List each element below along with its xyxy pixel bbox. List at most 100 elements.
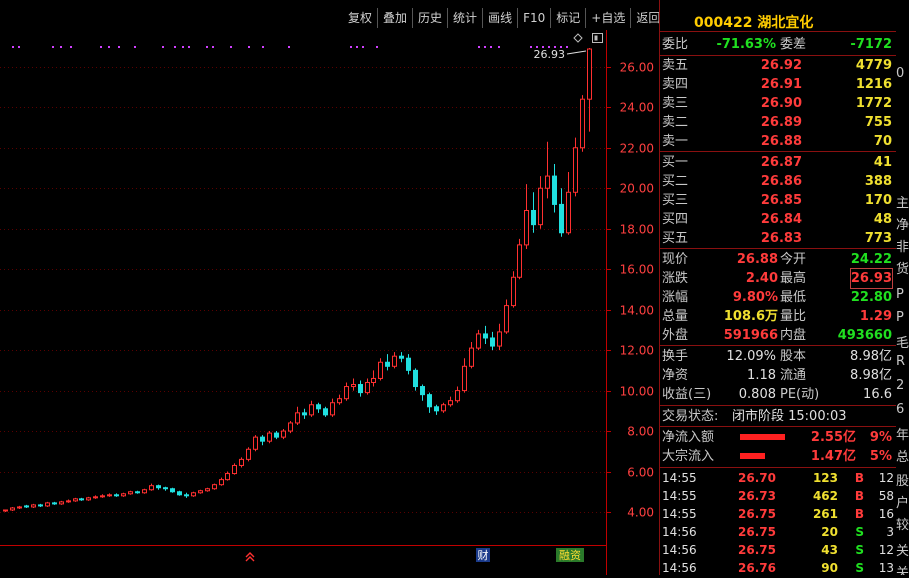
bid-volume: 41	[873, 155, 892, 170]
tick-row[interactable]: 14:55 26.75 261 B 16	[660, 505, 896, 524]
quote-value: 24.22	[850, 252, 892, 267]
stock-name: 湖北宜化	[757, 15, 814, 31]
fundamental-label: 股本	[780, 349, 807, 364]
toolbar-button-0[interactable]: 复权	[343, 8, 377, 28]
tick-time: 14:56	[662, 525, 697, 539]
candle-body	[295, 412, 300, 424]
ask-label: 卖四	[662, 77, 689, 92]
candle-body	[128, 491, 133, 495]
candle-body	[239, 458, 244, 466]
candle-body	[45, 502, 50, 507]
candle-body	[52, 502, 57, 505]
candlestick-chart[interactable]: 26.00 24.00 22.00 20.00 18.00 16.00 14.00 12.00…	[0, 0, 659, 575]
candle-body	[205, 488, 210, 492]
commission-ratio: -71.63%	[716, 37, 776, 52]
fundamental-value: 1.18	[747, 368, 776, 383]
clipped-label: 毛	[896, 336, 909, 351]
tick-count: 12	[878, 543, 894, 557]
toolbar-button-2[interactable]: 历史	[412, 8, 447, 28]
bid-row[interactable]: 买四 26.84 48	[660, 210, 896, 229]
separator	[660, 151, 896, 152]
candle-body	[184, 494, 189, 497]
quote-row: 总量 108.6万 量比 1.29	[660, 307, 896, 326]
bid-row[interactable]: 买三 26.85 170	[660, 191, 896, 210]
ask-row[interactable]: 卖五 26.92 4779	[660, 56, 896, 75]
bid-row[interactable]: 买五 26.83 773	[660, 229, 896, 248]
quote-row: 涨幅 9.80% 最低 22.80	[660, 288, 896, 307]
signal-dot	[70, 46, 72, 48]
margin-marker[interactable]: 融资	[559, 549, 581, 562]
signal-dot	[230, 46, 232, 48]
flow-label: 大宗流入	[662, 449, 715, 464]
tick-row[interactable]: 14:56 26.75 43 S 12	[660, 541, 896, 560]
fundamental-label: PE(动)	[780, 387, 820, 402]
candle-body	[344, 386, 349, 400]
quote-value: 493660	[837, 328, 892, 343]
candle-body	[225, 473, 230, 481]
finance-marker[interactable]: 财	[478, 548, 489, 562]
commission-ratio-label: 委比	[662, 37, 689, 52]
tick-row[interactable]: 14:55 26.73 462 B 58	[660, 487, 896, 506]
fundamental-row: 换手 12.09% 股本 8.98亿	[660, 347, 896, 366]
tick-price: 26.75	[738, 507, 776, 521]
price-tick-label: 26.00	[620, 61, 654, 75]
candle-body	[462, 365, 467, 392]
bid-price: 26.85	[760, 193, 802, 208]
price-tick-label: 20.00	[620, 182, 654, 196]
tick-time: 14:55	[662, 507, 697, 521]
price-tick-label: 16.00	[620, 263, 654, 277]
bid-row[interactable]: 买一 26.87 41	[660, 153, 896, 172]
toolbar-button-6[interactable]: 标记	[550, 8, 585, 28]
toolbar-button-7[interactable]: +自选	[585, 8, 630, 28]
tick-side: B	[854, 507, 864, 521]
tick-price: 26.70	[738, 471, 776, 485]
candle-body	[149, 485, 154, 491]
candle-body	[448, 400, 453, 406]
tick-time: 14:55	[662, 489, 697, 503]
candle-body	[281, 430, 286, 438]
chart-toolbar: 复权 叠加 历史 统计 画线 F10 标记 +自选 返回	[343, 8, 665, 28]
ask-row[interactable]: 卖一 26.88 70	[660, 132, 896, 151]
fundamental-value: 8.98亿	[850, 349, 892, 364]
ask-row[interactable]: 卖四 26.91 1216	[660, 75, 896, 94]
toolbar-button-3[interactable]: 统计	[447, 8, 482, 28]
signal-dot	[362, 46, 364, 48]
candle-body	[552, 175, 557, 205]
candle-body	[587, 48, 592, 100]
tick-row[interactable]: 14:55 26.70 123 B 12	[660, 469, 896, 488]
tick-row[interactable]: 14:56 26.75 20 S 3	[660, 523, 896, 542]
diamond-icon[interactable]	[573, 33, 583, 43]
clipped-label: 2	[896, 378, 905, 393]
tick-count: 3	[886, 525, 894, 539]
signal-dot	[182, 46, 184, 48]
quote-value: 26.93	[849, 268, 894, 289]
ask-price: 26.92	[760, 58, 802, 73]
commission-row: 委比 -71.63% 委差 -7172	[660, 35, 896, 54]
price-tick-label: 14.00	[620, 304, 654, 318]
bid-row[interactable]: 买二 26.86 388	[660, 172, 896, 191]
tick-count: 58	[878, 489, 894, 503]
toolbar-button-5[interactable]: F10	[517, 8, 550, 28]
clipped-label: 0	[896, 66, 905, 81]
ask-price: 26.90	[760, 96, 802, 111]
clipped-label: 非	[896, 240, 909, 255]
quote-label: 涨幅	[662, 290, 689, 305]
quote-label: 涨跌	[662, 271, 689, 286]
ask-row[interactable]: 卖三 26.90 1772	[660, 94, 896, 113]
stock-title[interactable]: 000422 湖北宜化	[694, 12, 813, 32]
ask-price: 26.91	[760, 77, 802, 92]
tick-row[interactable]: 14:56 26.76 90 S 13	[660, 559, 896, 578]
fundamental-row: 收益(三) 0.808 PE(动) 16.6	[660, 385, 896, 404]
signal-dot	[60, 46, 62, 48]
candle-body	[497, 331, 502, 347]
signal-dot	[162, 46, 164, 48]
ask-row[interactable]: 卖二 26.89 755	[660, 113, 896, 132]
candle-body	[86, 497, 91, 501]
quote-label: 量比	[780, 309, 807, 324]
double-up-icon[interactable]	[245, 552, 255, 562]
clipped-label: 股	[896, 474, 909, 489]
ask-volume: 1216	[855, 77, 892, 92]
signal-dot	[288, 46, 290, 48]
toolbar-button-4[interactable]: 画线	[482, 8, 517, 28]
toolbar-button-1[interactable]: 叠加	[377, 8, 412, 28]
